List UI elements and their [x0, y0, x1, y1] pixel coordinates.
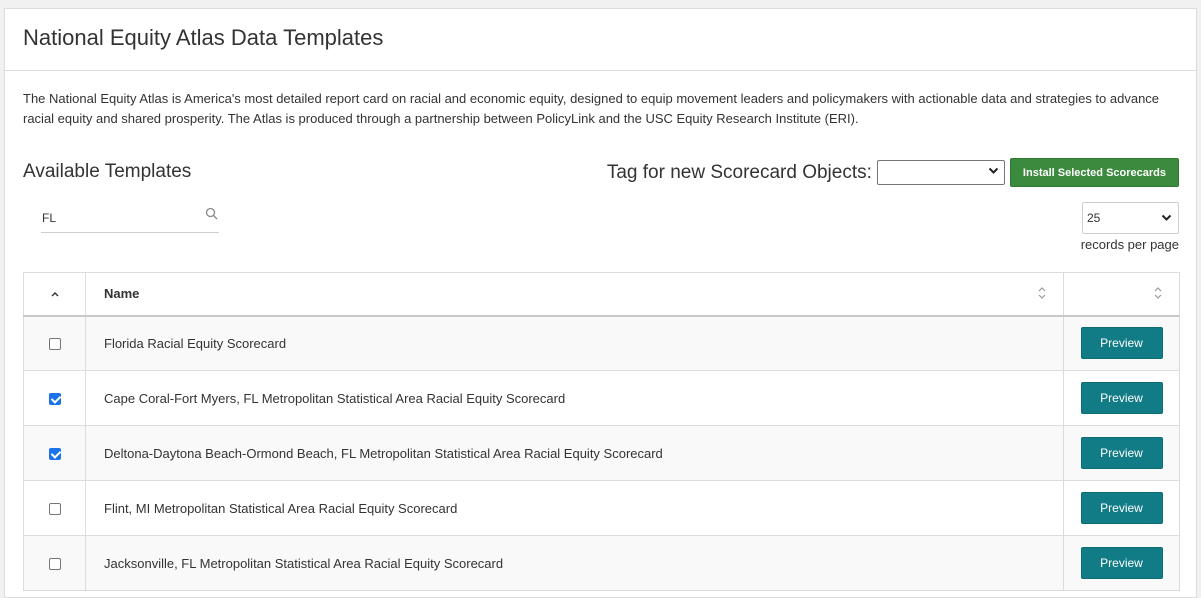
row-name: Deltona-Daytona Beach-Ormond Beach, FL M…: [85, 425, 1064, 481]
table-body: Florida Racial Equity Scorecard Preview …: [23, 315, 1180, 591]
row-name: Jacksonville, FL Metropolitan Statistica…: [85, 535, 1064, 591]
row-action-cell: Preview: [1063, 425, 1180, 481]
preview-button[interactable]: Preview: [1080, 547, 1163, 579]
sort-icon: [1153, 285, 1163, 301]
table-row: Deltona-Daytona Beach-Ormond Beach, FL M…: [23, 425, 1180, 481]
row-select-cell: [23, 370, 86, 426]
name-column-label: Name: [104, 286, 140, 302]
records-per-page-label: records per page: [1080, 237, 1179, 252]
tag-label: Tag for new Scorecard Objects:: [606, 161, 872, 183]
sort-icon: [1037, 285, 1047, 301]
row-checkbox[interactable]: [48, 393, 61, 406]
preview-button[interactable]: Preview: [1080, 492, 1163, 524]
page-size-select[interactable]: 25: [1082, 202, 1179, 234]
chevron-down-icon: [988, 164, 999, 181]
row-checkbox[interactable]: [48, 338, 61, 351]
table-row: Cape Coral-Fort Myers, FL Metropolitan S…: [23, 370, 1180, 426]
tag-select[interactable]: [876, 160, 1005, 185]
row-checkbox[interactable]: [48, 503, 61, 516]
install-selected-button[interactable]: Install Selected Scorecards: [1009, 158, 1179, 187]
search-box: [41, 207, 219, 233]
tag-row: Tag for new Scorecard Objects: Install S…: [607, 158, 1179, 187]
row-select-cell: [23, 315, 86, 371]
page-title: National Equity Atlas Data Templates: [23, 25, 384, 50]
row-action-cell: Preview: [1063, 315, 1180, 371]
templates-card: National Equity Atlas Data Templates The…: [4, 8, 1197, 598]
preview-button[interactable]: Preview: [1080, 327, 1163, 360]
row-action-cell: Preview: [1063, 535, 1180, 591]
sort-ascending-icon: [50, 290, 60, 301]
preview-button[interactable]: Preview: [1080, 382, 1163, 414]
section-title: Available Templates: [23, 161, 192, 182]
row-checkbox[interactable]: [48, 448, 61, 461]
table-row: Florida Racial Equity Scorecard Preview: [23, 315, 1180, 371]
row-name: Cape Coral-Fort Myers, FL Metropolitan S…: [85, 370, 1064, 426]
select-column-header[interactable]: [23, 272, 86, 317]
table-row: Flint, MI Metropolitan Statistical Area …: [23, 480, 1180, 536]
preview-button[interactable]: Preview: [1080, 437, 1163, 469]
row-select-cell: [23, 425, 86, 481]
row-action-cell: Preview: [1063, 370, 1180, 426]
card-header: National Equity Atlas Data Templates: [5, 9, 1196, 71]
search-icon[interactable]: [205, 207, 219, 221]
search-input[interactable]: [41, 211, 191, 225]
row-name: Flint, MI Metropolitan Statistical Area …: [85, 480, 1064, 536]
table-row: Jacksonville, FL Metropolitan Statistica…: [23, 535, 1180, 591]
row-select-cell: [23, 535, 86, 591]
row-checkbox[interactable]: [48, 558, 61, 571]
description-text: The National Equity Atlas is America's m…: [23, 91, 1160, 126]
row-select-cell: [23, 480, 86, 536]
row-action-cell: Preview: [1063, 480, 1180, 536]
chevron-down-icon: [1161, 211, 1172, 228]
name-column-header[interactable]: Name: [85, 272, 1064, 317]
action-column-header[interactable]: [1063, 272, 1180, 317]
page-size-value: 25: [1087, 211, 1101, 225]
table-header-row: Name: [23, 272, 1180, 317]
row-name: Florida Racial Equity Scorecard: [85, 315, 1064, 371]
templates-table: Name Florida Racial Equity Scorecard Pre…: [23, 272, 1180, 591]
